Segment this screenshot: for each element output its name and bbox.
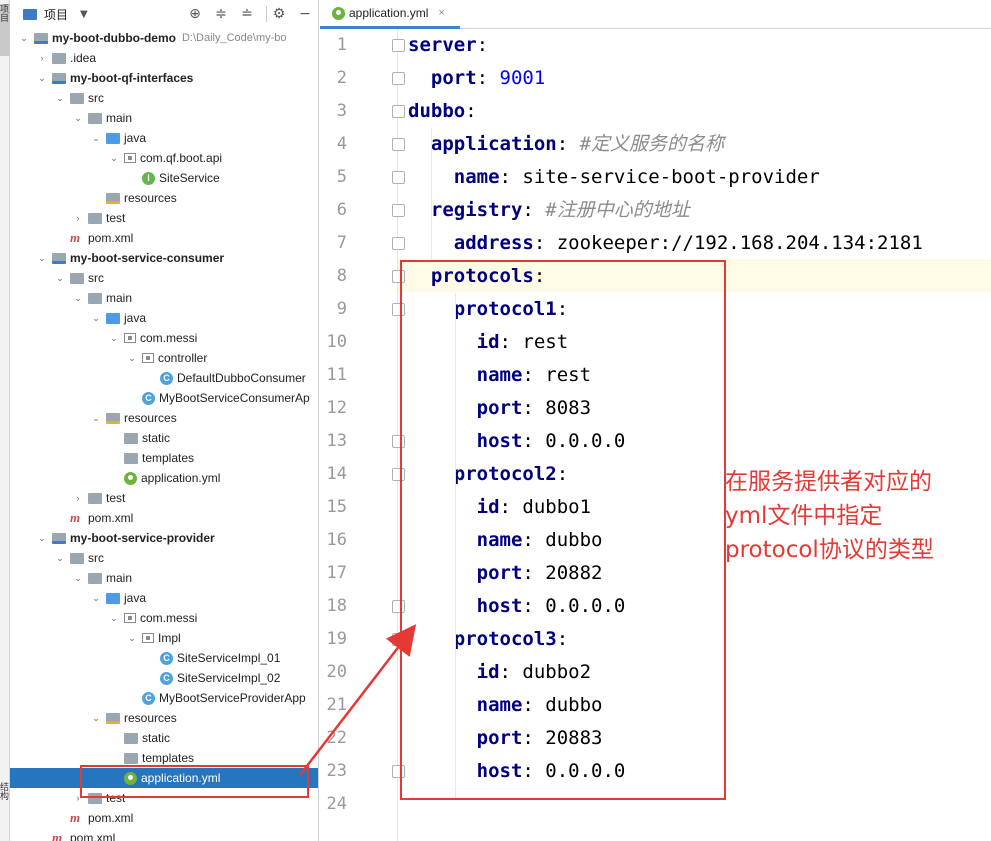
annotation-note: 在服务提供者对应的 yml文件中指定 protocol协议的类型 xyxy=(725,465,991,567)
annotation-line: 在服务提供者对应的 xyxy=(725,469,932,495)
annotation-arrow xyxy=(299,624,417,776)
annotation-line: protocol协议的类型 xyxy=(725,537,934,563)
annotation-line: yml文件中指定 xyxy=(725,503,883,529)
